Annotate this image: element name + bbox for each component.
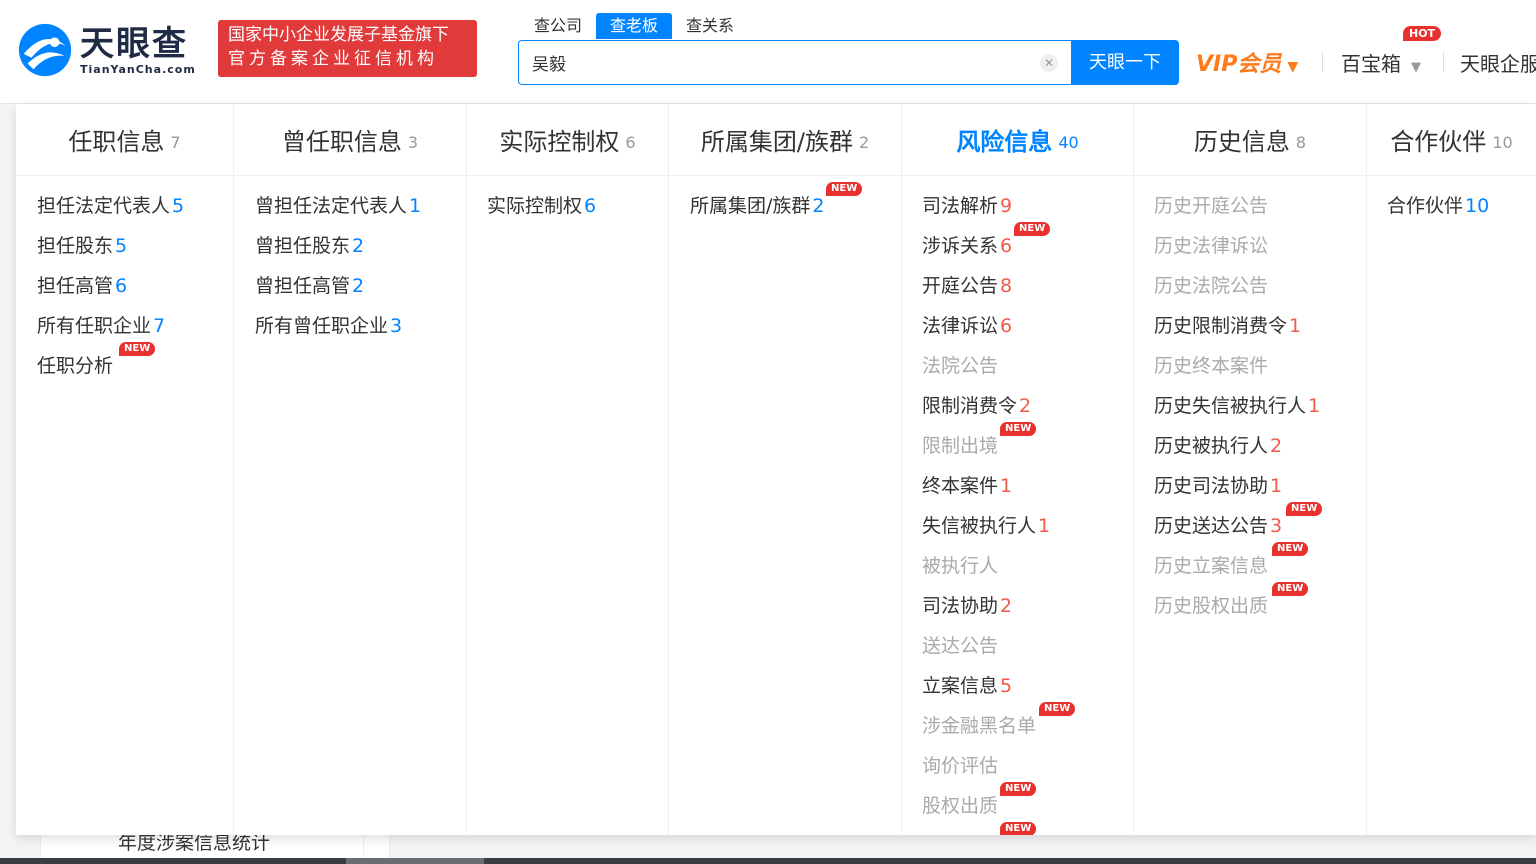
menu-item[interactable]: 历史被执行人 2 [1154,433,1282,459]
menu-item[interactable]: 被执行人 [922,553,998,579]
menu-item[interactable]: 担任法定代表人 5 [37,193,184,219]
menu-item[interactable]: 限制消费令 2 [922,393,1031,419]
menu-item[interactable]: 实际控制权 6 [487,193,596,219]
search-box: ✕ [518,40,1072,85]
qiye-link[interactable]: 天眼企服 [1460,48,1536,77]
column-history-info: 历史信息 8 历史开庭公告 历史法律诉讼 历史法院公告 历史限制消费令 1 历史终本… [1134,104,1367,835]
menu-item[interactable]: 涉金融黑名单 [922,713,1036,739]
column-header-former-job-info[interactable]: 曾任职信息 3 [234,104,466,176]
menu-item[interactable]: 股权出质 [922,793,998,819]
menu-item[interactable]: 历史限制消费令 1 [1154,313,1301,339]
new-badge: NEW [1000,422,1037,436]
menu-item[interactable]: 所有任职企业 7 [37,313,165,339]
baobox-menu[interactable]: 百宝箱 ▼ [1341,48,1421,77]
menu-item[interactable]: 历史法院公告 [1154,273,1268,299]
dimension-dropdown-panel: 任职信息 7 担任法定代表人 5 担任股东 5 担任高管 6 所有任职企业 7 任职分析 … [16,104,1536,835]
tab-search-company[interactable]: 查公司 [520,13,596,39]
menu-item[interactable]: 历史法律诉讼 [1154,233,1268,259]
logo-cn-text: 天眼查 [80,23,188,64]
new-badge: NEW [826,182,863,196]
menu-item[interactable]: 开庭公告 8 [922,273,1012,299]
hot-badge: HOT [1403,26,1442,41]
menu-item[interactable]: 任职分析 [37,353,113,379]
menu-item[interactable]: 询价评估 [922,753,998,779]
column-risk-info: 风险信息 40 司法解析 9 涉诉关系 6 NEW 开庭公告 8 法律诉讼 6 法院公告 … [902,104,1134,835]
menu-item[interactable]: 历史送达公告 3 [1154,513,1282,539]
new-badge: NEW [1000,822,1037,835]
menu-item[interactable]: 法院公告 [922,353,998,379]
divider [1322,52,1323,72]
menu-item[interactable]: 涉诉关系 6 [922,233,1012,259]
slogan-banner: 国家中小企业发展子基金旗下 官方备案企业征信机构 [218,20,477,77]
logo-en-text: TianYanCha.com [80,62,196,76]
column-former-job-info: 曾任职信息 3 曾担任法定代表人 1 曾担任股东 2 曾担任高管 2 所有曾任职企业 3 [234,104,467,835]
new-badge: NEW [1272,542,1309,556]
menu-item[interactable]: 曾担任股东 2 [255,233,364,259]
tab-search-boss[interactable]: 查老板 [596,13,673,39]
search-input[interactable] [532,52,1012,72]
menu-item[interactable]: 担任股东 5 [37,233,127,259]
menu-item[interactable]: 历史终本案件 [1154,353,1268,379]
new-badge: NEW [1286,502,1323,516]
menu-item[interactable]: 历史开庭公告 [1154,193,1268,219]
column-actual-control: 实际控制权 6 实际控制权 6 [467,104,669,835]
new-badge: NEW [119,342,156,356]
vip-menu[interactable]: VIP会员 ▼ [1196,46,1298,78]
column-partners: 合作伙伴 10 合作伙伴 10 [1367,104,1536,835]
tab-search-relation[interactable]: 查关系 [672,13,748,39]
menu-item[interactable]: 历史司法协助 1 [1154,473,1282,499]
column-header-actual-control[interactable]: 实际控制权 6 [467,104,668,176]
column-job-info: 任职信息 7 担任法定代表人 5 担任股东 5 担任高管 6 所有任职企业 7 任职分析 … [16,104,234,835]
menu-item[interactable]: 所有曾任职企业 3 [255,313,402,339]
menu-item[interactable]: 限制出境 [922,433,998,459]
column-header-risk-info[interactable]: 风险信息 40 [902,104,1133,176]
menu-item[interactable]: 司法解析 9 [922,193,1012,219]
menu-item[interactable]: 所属集团/族群 2 [690,193,825,219]
column-header-partners[interactable]: 合作伙伴 10 [1367,104,1536,176]
vip-label: VIP会员 [1196,52,1282,77]
column-header-history-info[interactable]: 历史信息 8 [1134,104,1366,176]
menu-item[interactable]: 司法协助 2 [922,593,1012,619]
menu-item[interactable]: 担任高管 6 [37,273,127,299]
new-badge: NEW [1000,782,1037,796]
top-header: 天眼查 TianYanCha.com 国家中小企业发展子基金旗下 官方备案企业征… [0,0,1536,104]
new-badge: NEW [1039,702,1076,716]
baobox-label: 百宝箱 [1341,52,1401,76]
clear-search-icon[interactable]: ✕ [1040,54,1058,72]
menu-item[interactable]: 失信被执行人 1 [922,513,1050,539]
menu-item[interactable]: 合作伙伴 10 [1387,193,1489,219]
new-badge: NEW [1014,222,1051,236]
menu-item[interactable]: 历史股权出质 [1154,593,1268,619]
slogan-line-2: 官方备案企业征信机构 [228,49,438,69]
horizontal-scrollbar[interactable] [0,858,1536,864]
menu-item[interactable]: 历史立案信息 [1154,553,1268,579]
slogan-line-1: 国家中小企业发展子基金旗下 [228,25,449,45]
column-group: 所属集团/族群 2 所属集团/族群 2 NEW [669,104,902,835]
new-badge: NEW [1272,582,1309,596]
menu-item[interactable]: 法律诉讼 6 [922,313,1012,339]
column-header-job-info[interactable]: 任职信息 7 [16,104,233,176]
column-header-group[interactable]: 所属集团/族群 2 [669,104,901,176]
site-logo[interactable]: 天眼查 TianYanCha.com [16,20,206,80]
menu-item[interactable]: 送达公告 [922,633,998,659]
search-type-tabs: 查公司 查老板 查关系 [520,13,748,39]
menu-item[interactable]: 立案信息 5 [922,673,1012,699]
menu-item[interactable]: 曾担任高管 2 [255,273,364,299]
menu-item[interactable]: 历史失信被执行人 1 [1154,393,1320,419]
divider [1443,52,1444,72]
caret-down-icon: ▼ [1411,60,1421,75]
scrollbar-thumb[interactable] [346,858,484,864]
search-button[interactable]: 天眼一下 [1071,40,1179,85]
tianyancha-logo-icon [18,23,72,77]
menu-item[interactable]: 终本案件 1 [922,473,1012,499]
caret-down-icon: ▼ [1287,59,1299,75]
menu-item[interactable]: 曾担任法定代表人 1 [255,193,421,219]
